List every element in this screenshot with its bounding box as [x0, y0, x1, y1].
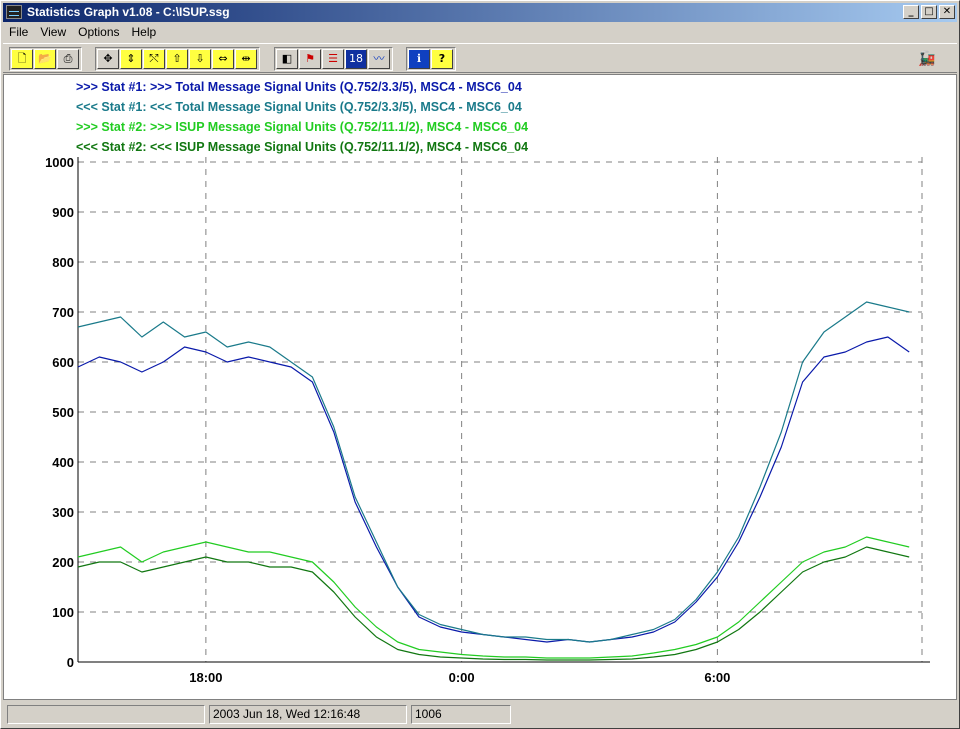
- x-tick-label: 6:00: [704, 670, 730, 685]
- series-line-3: [77, 536, 910, 659]
- y-tick-label: 700: [52, 305, 74, 320]
- zoom-all-button[interactable]: ✥: [97, 49, 119, 69]
- x-tick-label: 18:00: [189, 670, 222, 685]
- series-line-1: [77, 336, 910, 643]
- list-icon: ☰: [328, 52, 338, 65]
- toolbar-group-file: 🗋 📂 ⎙: [9, 47, 82, 71]
- y-tick-label: 200: [52, 555, 74, 570]
- zoom-in-horizontal-button[interactable]: ⇔: [212, 49, 234, 69]
- series-line-4: [77, 546, 910, 661]
- toolbar-group-zoom: ✥ ⇕ ⤲ ⇧ ⇩ ⇔ ⇹: [95, 47, 260, 71]
- line-chart: 0 100 200 300 400 500 600 700 800 900 1000 18:00 0:0…: [45, 155, 930, 685]
- train-glyph: 🚂: [918, 50, 936, 66]
- scroll-down-button[interactable]: ⇩: [189, 49, 211, 69]
- y-tick-label: 600: [52, 355, 74, 370]
- close-button[interactable]: ✕: [939, 5, 955, 19]
- menu-help[interactable]: Help: [126, 23, 163, 42]
- stat-list-button[interactable]: ☰: [322, 49, 344, 69]
- minimize-icon: _: [908, 6, 914, 17]
- alarm-button[interactable]: ⚑: [299, 49, 321, 69]
- window-title: Statistics Graph v1.08 - C:\ISUP.ssg: [27, 5, 230, 19]
- alarm-light-icon: ⚑: [305, 52, 315, 65]
- status-count: 1006: [411, 705, 511, 724]
- toolbar: 🗋 📂 ⎙ ✥ ⇕ ⤲ ⇧ ⇩ ⇔ ⇹ ◧ ⚑ ☰ 18 〰 ℹ ? 🚂: [3, 43, 957, 73]
- print-button[interactable]: ⎙: [57, 49, 79, 69]
- help-question-icon: ?: [438, 52, 446, 65]
- half-square-icon: ◧: [281, 52, 293, 65]
- x-tick-label: 0:00: [449, 670, 475, 685]
- zoom-out-vertical-button[interactable]: ⤲: [143, 49, 165, 69]
- open-folder-icon: 📂: [38, 52, 52, 65]
- train-icon: 🚂: [907, 48, 947, 68]
- arrow-up-icon: ⇧: [172, 52, 182, 65]
- close-icon: ✕: [942, 6, 952, 17]
- y-tick-label: 1000: [45, 155, 74, 170]
- y-tick-label: 500: [52, 405, 74, 420]
- series-line-2: [77, 301, 910, 643]
- app-window: Statistics Graph v1.08 - C:\ISUP.ssg _ □…: [0, 0, 960, 729]
- maximize-button[interactable]: □: [921, 5, 937, 19]
- calendar-icon: 18: [349, 52, 363, 65]
- open-file-button[interactable]: 📂: [34, 49, 56, 69]
- zoom-out-horizontal-button[interactable]: ⇹: [235, 49, 257, 69]
- menu-bar: File View Options Help: [3, 23, 957, 42]
- status-bar: 2003 Jun 18, Wed 12:16:48 1006: [3, 703, 957, 725]
- scroll-up-button[interactable]: ⇧: [166, 49, 188, 69]
- menu-options[interactable]: Options: [72, 23, 125, 42]
- y-tick-label: 900: [52, 205, 74, 220]
- title-bar: Statistics Graph v1.08 - C:\ISUP.ssg _ □…: [3, 3, 957, 22]
- toolbar-group-help: ℹ ?: [406, 47, 456, 71]
- line-graph-icon: 〰: [373, 52, 385, 65]
- status-panel-left: [7, 705, 205, 724]
- y-tick-label: 300: [52, 505, 74, 520]
- new-file-icon: 🗋: [17, 52, 27, 65]
- chart-area[interactable]: >>> Stat #1: >>> Total Message Signal Un…: [3, 74, 957, 700]
- window-controls: _ □ ✕: [901, 5, 955, 20]
- y-tick-label: 100: [52, 605, 74, 620]
- y-tick-label: 800: [52, 255, 74, 270]
- zoom-all-icon: ✥: [103, 52, 113, 65]
- status-datetime: 2003 Jun 18, Wed 12:16:48: [209, 705, 407, 724]
- graph-view-button[interactable]: 〰: [368, 49, 390, 69]
- info-icon: ℹ: [416, 52, 422, 65]
- new-file-button[interactable]: 🗋: [11, 49, 33, 69]
- y-tick-label: 0: [67, 655, 74, 670]
- arrow-down-icon: ⇩: [195, 52, 205, 65]
- help-button[interactable]: ?: [431, 49, 453, 69]
- expand-vertical-icon: ⇕: [126, 52, 136, 65]
- calendar-button[interactable]: 18: [345, 49, 367, 69]
- stat-selection-button[interactable]: ◧: [276, 49, 298, 69]
- menu-file[interactable]: File: [3, 23, 34, 42]
- info-button[interactable]: ℹ: [408, 49, 430, 69]
- compress-horizontal-icon: ⇹: [241, 52, 251, 65]
- printer-icon: ⎙: [63, 52, 73, 65]
- minimize-button[interactable]: _: [903, 5, 919, 19]
- expand-horizontal-icon: ⇔: [218, 52, 228, 65]
- zoom-in-vertical-button[interactable]: ⇕: [120, 49, 142, 69]
- toolbar-group-view: ◧ ⚑ ☰ 18 〰: [274, 47, 393, 71]
- app-icon[interactable]: [6, 5, 22, 19]
- menu-view[interactable]: View: [34, 23, 72, 42]
- maximize-icon: □: [924, 6, 934, 17]
- compress-vertical-icon: ⤲: [149, 52, 159, 65]
- y-tick-label: 400: [52, 455, 74, 470]
